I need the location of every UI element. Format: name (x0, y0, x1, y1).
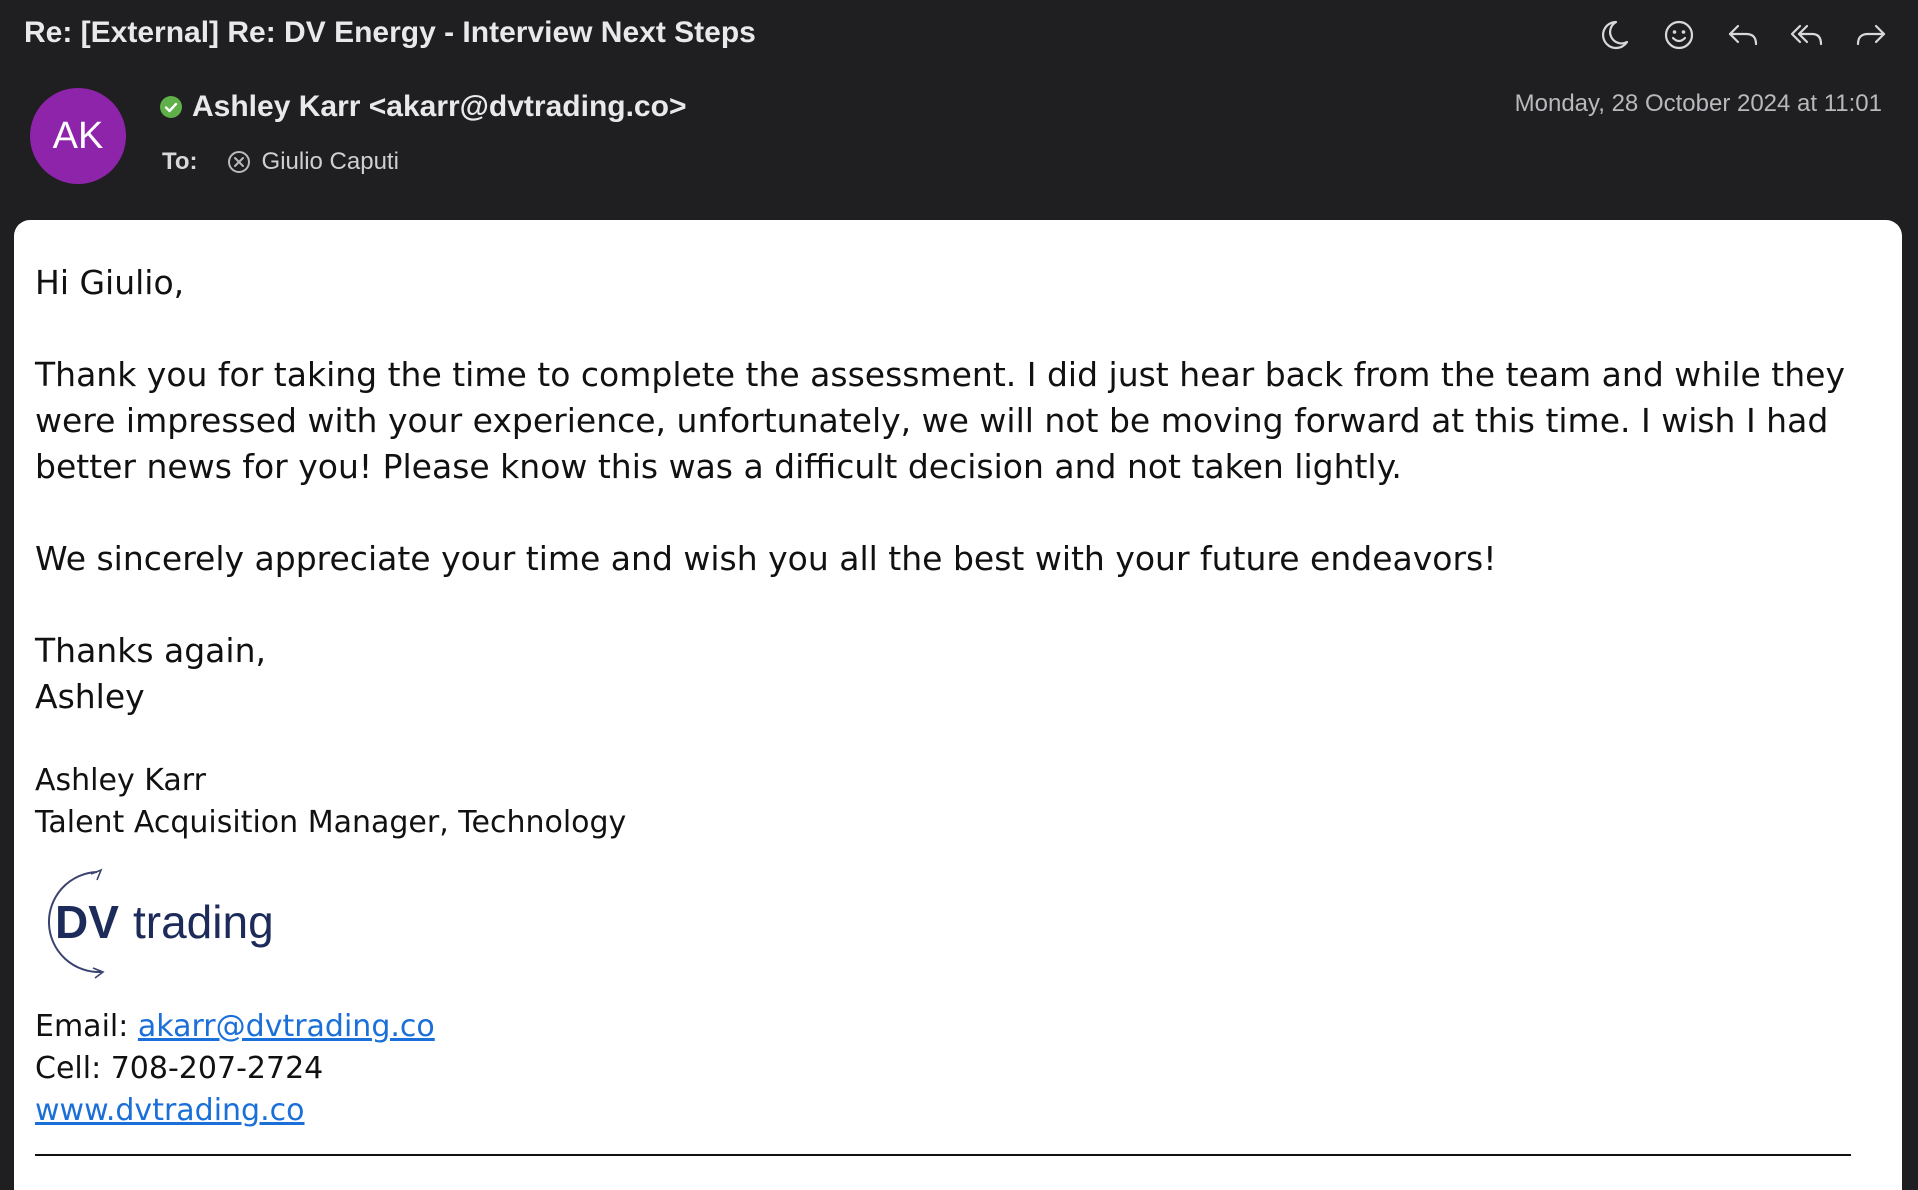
reply-icon (1728, 24, 1758, 46)
avatar[interactable]: AK (30, 88, 126, 184)
dv-trading-logo: DV trading (47, 868, 274, 979)
message-date: Monday, 28 October 2024 at 11:01 (1514, 90, 1882, 117)
svg-text:DV: DV (55, 896, 119, 948)
smiley-icon (1664, 20, 1694, 50)
recipient-row: To: Giulio Caputi (162, 148, 399, 176)
snooze-button[interactable] (1594, 14, 1636, 56)
reply-all-icon (1790, 24, 1823, 46)
sender-row: Ashley Karr <akarr@dvtrading.co> (160, 90, 686, 124)
message-body: Hi Giulio, Thank you for taking the time… (14, 220, 1902, 1190)
reply-all-button[interactable] (1786, 14, 1828, 56)
recipient-name[interactable]: Giulio Caputi (262, 148, 399, 176)
cell-line: Cell: 708-207-2724 (35, 1051, 324, 1086)
message-toolbar (1594, 14, 1892, 56)
recipient-status-icon (226, 149, 252, 175)
forward-button[interactable] (1850, 14, 1892, 56)
sign-name: Ashley (35, 677, 145, 716)
body-paragraph-1: Thank you for taking the time to complet… (35, 355, 1845, 486)
to-label: To: (162, 148, 198, 175)
greeting: Hi Giulio, (35, 263, 185, 302)
moon-icon (1601, 20, 1629, 50)
svg-text:trading: trading (133, 896, 274, 948)
contact-info: Email: akarr@dvtrading.co Cell: 708-207-… (35, 1006, 1865, 1132)
signature-divider (35, 1154, 1851, 1156)
message-content: Hi Giulio, Thank you for taking the time… (14, 220, 1886, 1156)
website-link[interactable]: www.dvtrading.co (35, 1093, 305, 1128)
reaction-button[interactable] (1658, 14, 1700, 56)
email-link[interactable]: akarr@dvtrading.co (138, 1009, 435, 1044)
forward-icon (1856, 24, 1886, 46)
signature-title: Talent Acquisition Manager, Technology (35, 805, 627, 840)
reply-button[interactable] (1722, 14, 1764, 56)
verified-status-icon (160, 96, 182, 118)
closing: Thanks again, (35, 631, 266, 670)
body-paragraph-2: We sincerely appreciate your time and wi… (35, 539, 1497, 578)
signature: Ashley Karr Talent Acquisition Manager, … (35, 760, 1865, 844)
signature-name: Ashley Karr (35, 763, 206, 798)
message-subject: Re: [External] Re: DV Energy - Interview… (24, 16, 756, 49)
email-line: Email: akarr@dvtrading.co (35, 1006, 1865, 1048)
message-header: Re: [External] Re: DV Energy - Interview… (0, 0, 1918, 220)
sender-name[interactable]: Ashley Karr <akarr@dvtrading.co> (192, 90, 686, 124)
email-label: Email: (35, 1009, 138, 1044)
